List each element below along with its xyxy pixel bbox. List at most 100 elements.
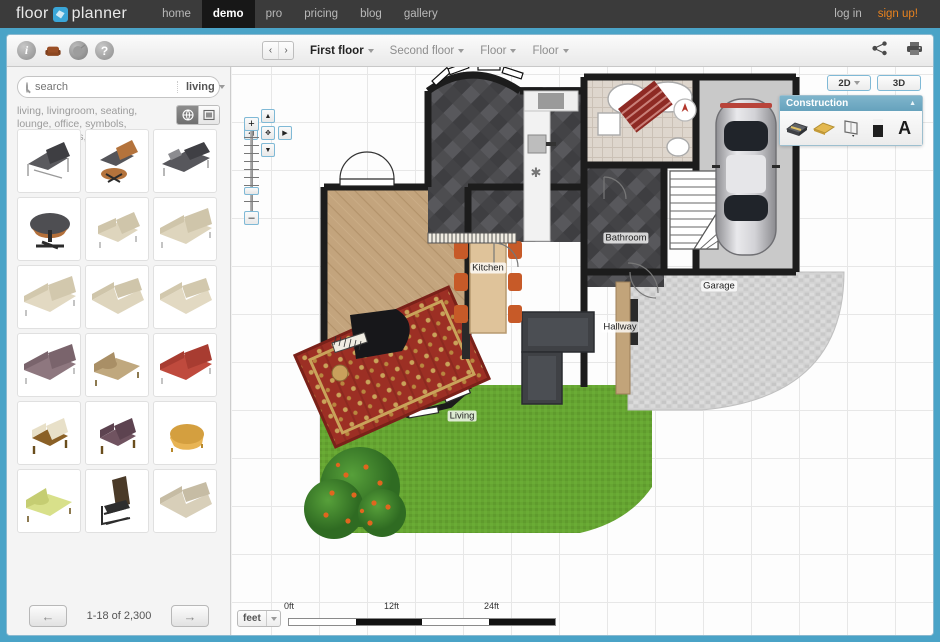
toolbar-icon-group: i ? bbox=[17, 41, 114, 60]
previous-page-button[interactable]: ← bbox=[29, 605, 67, 627]
catalog-item-sofa-cream[interactable] bbox=[153, 197, 217, 261]
help-icon[interactable]: ? bbox=[95, 41, 114, 60]
floor-next-arrow[interactable]: › bbox=[278, 42, 293, 59]
catalog-item-corner-sofa-cream-2[interactable] bbox=[153, 265, 217, 329]
zoom-handle[interactable] bbox=[244, 187, 259, 195]
nav-link-blog[interactable]: blog bbox=[349, 0, 393, 28]
floor-tab-2[interactable]: Floor bbox=[480, 44, 517, 57]
unit-select[interactable]: feet bbox=[237, 610, 281, 627]
account-links: log in sign up! bbox=[826, 0, 926, 28]
category-select-value: living bbox=[186, 81, 215, 93]
floor-tab-label: Floor bbox=[480, 44, 507, 57]
chevron-down-icon bbox=[458, 48, 465, 53]
catalog-item-sofa-mauve[interactable] bbox=[17, 333, 81, 397]
chevron-down-icon bbox=[853, 81, 860, 85]
catalog-item-corner-sofa-cream[interactable] bbox=[85, 265, 149, 329]
editor-toolbar: i ? ‹ › First floor Second floor Floor Floo… bbox=[7, 35, 933, 67]
leaf-logo-icon bbox=[52, 6, 68, 22]
zoom-out-button[interactable]: – bbox=[244, 211, 259, 225]
floorplan-canvas[interactable]: ✱ Kitchen Bathroom Hallway Garage Living… bbox=[232, 67, 933, 635]
catalog-item-sectional-sofa-beige[interactable] bbox=[153, 469, 217, 533]
site-logo[interactable]: floor planner bbox=[16, 5, 127, 23]
garage-label[interactable]: Garage bbox=[701, 280, 737, 292]
catalog-item-tub-chair-yellow[interactable] bbox=[153, 401, 217, 465]
toolbar-right-actions bbox=[872, 40, 923, 61]
ruler-tick-1: 12ft bbox=[384, 601, 400, 611]
zoom-slider[interactable]: + – bbox=[244, 117, 259, 225]
unit-value: feet bbox=[243, 613, 261, 624]
nav-link-home[interactable]: home bbox=[151, 0, 202, 28]
catalog-item-cantilever-chair-dark[interactable] bbox=[85, 469, 149, 533]
ruler-tick-0: 0ft bbox=[284, 601, 295, 611]
chevron-down-icon bbox=[367, 48, 374, 53]
catalog-item-chaise-longue-tan[interactable] bbox=[85, 333, 149, 397]
flat-view-icon[interactable] bbox=[198, 106, 219, 124]
pan-down-button[interactable]: ▼ bbox=[261, 143, 275, 157]
pan-center-button[interactable]: ✥ bbox=[261, 126, 275, 140]
pan-right-button[interactable]: ▶ bbox=[278, 126, 292, 140]
catalog-item-swivel-lounge-chair[interactable] bbox=[17, 197, 81, 261]
collapse-icon[interactable]: ▲ bbox=[909, 100, 916, 107]
paint-icon[interactable] bbox=[69, 41, 88, 60]
print-icon[interactable] bbox=[906, 41, 923, 61]
nav-link-demo[interactable]: demo bbox=[201, 0, 255, 28]
nav-link-pricing[interactable]: pricing bbox=[293, 0, 349, 28]
hallway-label[interactable]: Hallway bbox=[601, 321, 639, 333]
view-3d-button[interactable]: 3D bbox=[877, 75, 921, 91]
pagination-label: 1-18 of 2,300 bbox=[86, 610, 152, 622]
catalog-item-daybed-dark[interactable] bbox=[153, 129, 217, 193]
nav-link-pro[interactable]: pro bbox=[255, 0, 294, 28]
zoom-track[interactable] bbox=[250, 131, 253, 211]
chevron-down-icon[interactable] bbox=[266, 611, 280, 626]
catalog-item-loveseat-cream[interactable] bbox=[85, 197, 149, 261]
door-tool-icon[interactable] bbox=[866, 116, 890, 140]
furniture-icon[interactable] bbox=[43, 41, 62, 60]
signup-link[interactable]: sign up! bbox=[870, 8, 926, 20]
chevron-down-icon bbox=[562, 48, 569, 53]
construction-tool-row: A bbox=[780, 111, 922, 145]
floor-tab-label: Floor bbox=[532, 44, 559, 57]
living-label[interactable]: Living bbox=[447, 410, 477, 422]
furniture-catalog-panel: living living, livingroom, seating, loun… bbox=[7, 67, 231, 635]
login-link[interactable]: log in bbox=[826, 8, 870, 20]
construction-panel: Construction ▲ A bbox=[779, 95, 923, 146]
construction-panel-header[interactable]: Construction ▲ bbox=[780, 96, 922, 111]
category-select[interactable]: living bbox=[177, 81, 234, 93]
view-2d-button[interactable]: 2D bbox=[827, 75, 871, 91]
main-nav-links: home demo pro pricing blog gallery bbox=[151, 0, 449, 28]
logo-text-first: floor bbox=[16, 5, 49, 22]
share-icon[interactable] bbox=[872, 40, 888, 61]
floor-tab-0[interactable]: First floor bbox=[310, 45, 374, 57]
catalog-item-sofa-cream-long[interactable] bbox=[17, 265, 81, 329]
catalog-item-armchair-plum[interactable] bbox=[85, 401, 149, 465]
catalog-item-barcelona-chair[interactable] bbox=[17, 129, 81, 193]
text-tool-icon[interactable]: A bbox=[893, 116, 917, 140]
floor-tab-3[interactable]: Floor bbox=[532, 44, 569, 57]
search-input[interactable] bbox=[35, 81, 177, 93]
floor-tab-1[interactable]: Second floor bbox=[390, 45, 465, 57]
wall-tool-icon[interactable] bbox=[785, 116, 809, 140]
catalog-pager: ← 1-18 of 2,300 → bbox=[7, 603, 231, 629]
next-page-button[interactable]: → bbox=[171, 605, 209, 627]
floorplan-drawing: ✱ bbox=[292, 67, 845, 539]
kitchen-label[interactable]: Kitchen bbox=[470, 262, 506, 274]
construction-panel-title: Construction bbox=[786, 98, 849, 109]
catalog-item-chaise-lime[interactable] bbox=[17, 469, 81, 533]
pan-up-button[interactable]: ▲ bbox=[261, 109, 275, 123]
bathroom-label[interactable]: Bathroom bbox=[603, 232, 649, 244]
zoom-in-button[interactable]: + bbox=[244, 117, 259, 131]
window-tool-icon[interactable] bbox=[839, 116, 863, 140]
nav-link-gallery[interactable]: gallery bbox=[393, 0, 449, 28]
chevron-down-icon bbox=[510, 48, 517, 53]
3d-view-icon[interactable] bbox=[177, 106, 198, 124]
area-tool-icon[interactable] bbox=[812, 116, 836, 140]
catalog-item-sofa-red[interactable] bbox=[153, 333, 217, 397]
info-icon[interactable]: i bbox=[17, 41, 36, 60]
catalog-item-armchair-wood[interactable] bbox=[17, 401, 81, 465]
search-icon bbox=[26, 81, 28, 93]
floor-prev-arrow[interactable]: ‹ bbox=[263, 42, 278, 59]
floor-step-arrows[interactable]: ‹ › bbox=[262, 41, 294, 60]
catalog-search-row: living bbox=[17, 76, 225, 98]
view-mode-toggle: 2D 3D bbox=[827, 75, 921, 91]
catalog-item-lounge-chair-ottoman[interactable] bbox=[85, 129, 149, 193]
